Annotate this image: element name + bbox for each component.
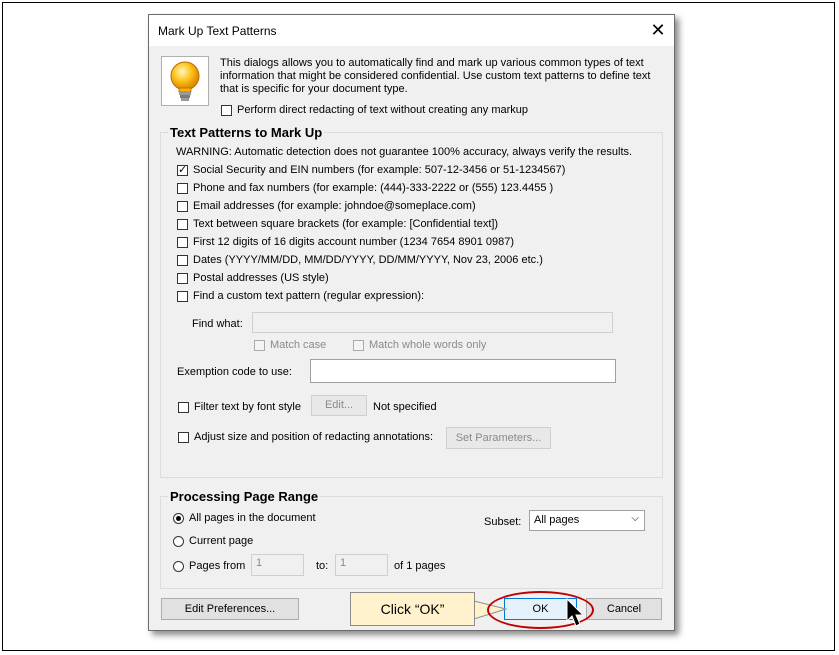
match-whole-words-row[interactable]: Match whole words only xyxy=(353,339,486,351)
cancel-button[interactable]: Cancel xyxy=(586,598,662,620)
match-whole-words-label: Match whole words only xyxy=(369,339,487,351)
click-ok-callout: Click “OK” xyxy=(350,592,475,626)
current-page-option[interactable]: Current page xyxy=(173,535,253,547)
pattern-row-email[interactable]: Email addresses (for example: johndoe@so… xyxy=(177,200,476,212)
close-icon[interactable]: ✕ xyxy=(646,19,670,41)
pattern-row-phone-fax[interactable]: Phone and fax numbers (for example: (444… xyxy=(177,182,553,194)
pattern-row-account-number[interactable]: First 12 digits of 16 digits account num… xyxy=(177,236,514,248)
pattern-checkbox-account-number[interactable] xyxy=(177,236,188,248)
pattern-label-account-number: First 12 digits of 16 digits account num… xyxy=(193,236,515,248)
filter-font-row[interactable]: Filter text by font style xyxy=(178,401,301,413)
direct-redact-checkbox[interactable] xyxy=(221,104,232,116)
pattern-label-custom-pattern: Find a custom text pattern (regular expr… xyxy=(193,290,425,302)
pattern-checkbox-phone-fax[interactable] xyxy=(177,182,188,194)
match-case-checkbox[interactable] xyxy=(254,339,265,351)
current-page-label: Current page xyxy=(189,535,254,547)
pattern-checkbox-postal-addresses[interactable] xyxy=(177,272,188,284)
of-pages-text: of 1 pages xyxy=(394,560,446,572)
pattern-checkbox-email[interactable] xyxy=(177,200,188,212)
direct-redact-label: Perform direct redacting of text without… xyxy=(237,104,529,116)
pattern-label-square-brackets: Text between square brackets (for exampl… xyxy=(193,218,499,230)
pages-from-option[interactable]: Pages from xyxy=(173,560,245,572)
dialog-title: Mark Up Text Patterns xyxy=(158,24,277,38)
pattern-row-square-brackets[interactable]: Text between square brackets (for exampl… xyxy=(177,218,498,230)
set-parameters-button[interactable]: Set Parameters... xyxy=(446,427,551,449)
find-what-input[interactable] xyxy=(252,312,613,333)
pattern-label-email: Email addresses (for example: johndoe@so… xyxy=(193,200,476,212)
chevron-down-icon: ⌵ xyxy=(631,513,639,524)
pattern-row-dates[interactable]: Dates (YYYY/MM/DD, MM/DD/YYYY, DD/MM/YYY… xyxy=(177,254,543,266)
font-style-value: Not specified xyxy=(373,401,437,413)
warning-text: WARNING: Automatic detection does not gu… xyxy=(176,146,633,158)
from-page-input[interactable]: 1 xyxy=(251,554,304,576)
adjust-label: Adjust size and position of redacting an… xyxy=(194,431,434,443)
subset-label: Subset: xyxy=(484,516,522,528)
to-label: to: xyxy=(316,560,329,572)
pattern-checkbox-custom-pattern[interactable] xyxy=(177,290,188,302)
intro-text: This dialogs allows you to automatically… xyxy=(220,57,651,95)
match-case-label: Match case xyxy=(270,339,327,351)
current-page-radio[interactable] xyxy=(173,535,184,547)
match-case-row[interactable]: Match case xyxy=(254,339,326,351)
pattern-label-postal-addresses: Postal addresses (US style) xyxy=(193,272,329,284)
edit-font-button[interactable]: Edit... xyxy=(311,395,367,416)
adjust-row[interactable]: Adjust size and position of redacting an… xyxy=(178,431,433,443)
pattern-checkbox-ssn-ein[interactable] xyxy=(177,163,188,176)
pattern-label-dates: Dates (YYYY/MM/DD, MM/DD/YYYY, DD/MM/YYY… xyxy=(193,254,543,266)
pattern-row-custom-pattern[interactable]: Find a custom text pattern (regular expr… xyxy=(177,290,424,302)
pattern-label-ssn-ein: Social Security and EIN numbers (for exa… xyxy=(193,164,566,176)
to-page-input[interactable]: 1 xyxy=(335,554,388,576)
exemption-code-input[interactable] xyxy=(310,359,616,383)
filter-font-label: Filter text by font style xyxy=(194,401,301,413)
pattern-row-postal-addresses[interactable]: Postal addresses (US style) xyxy=(177,272,329,284)
adjust-checkbox[interactable] xyxy=(178,431,189,443)
subset-select[interactable]: All pages ⌵ xyxy=(529,510,645,531)
pages-from-radio[interactable] xyxy=(173,560,184,572)
lightbulb-icon xyxy=(161,56,209,106)
filter-font-checkbox[interactable] xyxy=(178,401,189,413)
all-pages-radio[interactable] xyxy=(173,512,184,524)
mouse-cursor-icon xyxy=(566,598,585,627)
direct-redact-row[interactable]: Perform direct redacting of text without… xyxy=(221,104,528,116)
exemption-label: Exemption code to use: xyxy=(177,366,292,378)
all-pages-label: All pages in the document xyxy=(189,512,316,524)
text-patterns-title: Text Patterns to Mark Up xyxy=(168,125,325,140)
find-what-label: Find what: xyxy=(192,318,243,330)
pattern-checkbox-dates[interactable] xyxy=(177,254,188,266)
pattern-label-phone-fax: Phone and fax numbers (for example: (444… xyxy=(193,182,554,194)
title-bar: Mark Up Text Patterns ✕ xyxy=(149,15,674,46)
edit-preferences-button[interactable]: Edit Preferences... xyxy=(161,598,299,620)
match-whole-words-checkbox[interactable] xyxy=(353,339,364,351)
mark-up-text-patterns-dialog: Mark Up Text Patterns ✕ This dialogs all… xyxy=(148,14,675,631)
pattern-row-ssn-ein[interactable]: Social Security and EIN numbers (for exa… xyxy=(177,163,566,176)
pages-from-label: Pages from xyxy=(189,560,246,572)
all-pages-option[interactable]: All pages in the document xyxy=(173,512,316,524)
page-range-title: Processing Page Range xyxy=(168,489,321,504)
pattern-checkbox-square-brackets[interactable] xyxy=(177,218,188,230)
subset-value: All pages xyxy=(534,514,580,526)
